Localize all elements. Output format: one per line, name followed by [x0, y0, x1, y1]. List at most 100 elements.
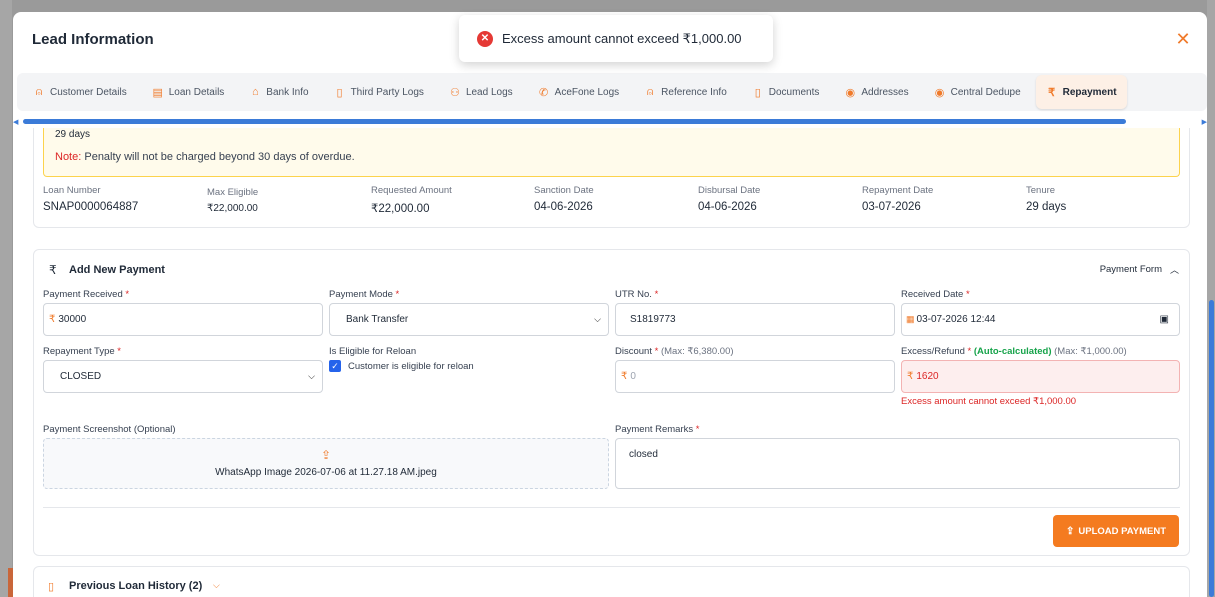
payment-form-toggle[interactable]: Payment Form ︿ — [1100, 263, 1179, 276]
tab-loan-details[interactable]: ▤ Loan Details — [142, 75, 235, 109]
page-scrollbar-thumb[interactable] — [1209, 300, 1214, 597]
label-text: Repayment Type — [43, 346, 115, 357]
tab-scrollbar[interactable]: ◀ ▶ — [13, 116, 1207, 126]
screenshot-dropzone[interactable]: ⇪ WhatsApp Image 2026-07-06 at 11.27.18 … — [43, 438, 609, 489]
upload-icon: ⇪ — [1065, 525, 1075, 537]
discount-max: (Max: ₹6,380.00) — [660, 346, 734, 357]
error-x-icon: ✕ — [477, 30, 493, 47]
penalty-notice: 29 days Note: Penalty will not be charge… — [43, 128, 1180, 177]
required-mark: * — [117, 346, 121, 357]
stat-max-eligible: Max Eligible ₹22,000.00 — [207, 187, 258, 214]
excess-refund-input[interactable]: ₹1620 — [901, 360, 1180, 393]
tab-label: AceFone Logs — [554, 86, 620, 98]
utr-label: UTR No. * — [615, 289, 658, 300]
stat-label: Tenure — [1026, 185, 1056, 196]
reloan-label: Is Eligible for Reloan — [329, 346, 417, 357]
payment-received-input[interactable]: ₹30000 — [43, 303, 323, 336]
required-mark: * — [695, 424, 700, 435]
tab-scrollbar-thumb[interactable] — [23, 119, 1126, 124]
previous-loan-history-card[interactable]: ▯ Previous Loan History (2) ⌵ — [33, 566, 1190, 597]
tab-repayment[interactable]: ₹ Repayment — [1035, 75, 1127, 109]
payment-remarks-textarea[interactable]: closed — [615, 438, 1180, 489]
chevron-down-icon[interactable]: ⌵ — [213, 580, 220, 591]
rupee-icon: ₹ — [49, 263, 57, 277]
overdue-days: 29 days — [55, 129, 91, 140]
stat-loan-number: Loan Number SNAP0000064887 — [43, 185, 138, 213]
calendar-icon[interactable]: ▣ — [1160, 314, 1169, 325]
tab-label: Central Dedupe — [950, 86, 1021, 98]
received-date-label: Received Date * — [901, 289, 970, 300]
rupee-icon: ₹ — [1048, 86, 1056, 99]
received-date-input[interactable]: ▦ 03-07-2026 12:44 ▣ — [901, 303, 1180, 336]
file-text-icon: ▯ — [336, 86, 343, 99]
stat-sanction-date: Sanction Date 04-06-2026 — [534, 185, 594, 213]
lead-information-modal: Lead Information ✕ ⍝ Customer Details ▤ Lo… — [13, 12, 1207, 597]
tab-third-party-logs[interactable]: ▯ Third Party Logs — [324, 75, 434, 109]
required-mark: * — [654, 346, 659, 357]
form-divider — [43, 507, 1180, 508]
tab-label: Third Party Logs — [350, 86, 424, 98]
label-text: Payment Mode — [329, 289, 393, 300]
stat-value: 29 days — [1026, 201, 1067, 213]
toast-message: Excess amount cannot exceed ₹1,000.00 — [502, 30, 742, 46]
stat-label: Requested Amount — [371, 185, 452, 196]
scroll-left-icon[interactable]: ◀ — [13, 118, 18, 126]
stat-value: ₹22,000.00 — [371, 203, 430, 215]
remarks-label: Payment Remarks * — [615, 424, 699, 435]
user-plus-icon: ⍝ — [646, 85, 654, 98]
excess-label: Excess/Refund * (Auto-calculated) (Max: … — [901, 346, 1127, 357]
auto-calculated-tag: (Auto-calculated) — [973, 346, 1052, 357]
reloan-checkbox[interactable]: ✓ — [329, 360, 341, 372]
payment-mode-select[interactable]: Bank Transfer ⌵ — [329, 303, 609, 336]
repayment-type-label: Repayment Type * — [43, 346, 121, 357]
add-payment-card: ₹ Add New Payment Payment Form ︿ Payment… — [33, 249, 1190, 556]
label-text: Excess/Refund — [901, 346, 965, 357]
reloan-checkbox-row[interactable]: ✓ Customer is eligible for reloan — [329, 360, 474, 372]
note-text: Penalty will not be charged beyond 30 da… — [84, 151, 355, 163]
reloan-checkbox-label: Customer is eligible for reloan — [348, 360, 474, 372]
tab-central-dedupe[interactable]: ◉ Central Dedupe — [924, 75, 1031, 109]
tab-addresses[interactable]: ◉ Addresses — [834, 75, 918, 109]
chevron-up-icon: ︿ — [1169, 265, 1179, 275]
calendar-small-icon: ▦ — [906, 314, 915, 324]
tab-lead-logs[interactable]: ⚇ Lead Logs — [439, 75, 523, 109]
screenshot-label: Payment Screenshot (Optional) — [43, 424, 176, 435]
input-placeholder: 0 — [630, 371, 636, 382]
upload-payment-button[interactable]: ⇪ UPLOAD PAYMENT — [1053, 515, 1179, 547]
close-icon[interactable]: ✕ — [1173, 29, 1193, 49]
tab-customer-details[interactable]: ⍝ Customer Details — [23, 75, 137, 109]
input-value: 03-07-2026 12:44 — [916, 314, 996, 325]
select-value: CLOSED — [60, 371, 102, 382]
tab-documents[interactable]: ▯ Documents — [742, 75, 830, 109]
tab-label: Addresses — [861, 86, 909, 98]
background-sidebar — [0, 0, 14, 597]
tab-bar: ⍝ Customer Details ▤ Loan Details ⌂ Bank In… — [17, 73, 1207, 111]
input-value: S1819773 — [630, 314, 676, 325]
required-mark: * — [654, 289, 659, 300]
chevron-down-icon: ⌵ — [594, 314, 601, 324]
excess-max: (Max: ₹1,000.00) — [1054, 346, 1127, 357]
tab-label: Customer Details — [50, 86, 127, 98]
rupee-icon: ₹ — [907, 371, 914, 382]
note-label: Note: — [55, 151, 82, 163]
tab-bank-info[interactable]: ⌂ Bank Info — [239, 75, 318, 109]
select-value: Bank Transfer — [346, 314, 409, 325]
repayment-type-select[interactable]: CLOSED ⌵ — [43, 360, 323, 393]
stat-value: SNAP0000064887 — [43, 201, 139, 213]
stat-label: Max Eligible — [207, 187, 259, 198]
uploaded-file-name: WhatsApp Image 2026-07-06 at 11.27.18 AM… — [215, 467, 437, 478]
utr-input[interactable]: S1819773 — [615, 303, 895, 336]
tab-label: Loan Details — [168, 86, 225, 98]
stat-label: Loan Number — [43, 185, 101, 196]
discount-input[interactable]: ₹0 — [615, 360, 895, 393]
payment-received-label: Payment Received * — [43, 289, 129, 300]
tab-acefone-logs[interactable]: ✆ AceFone Logs — [528, 75, 630, 109]
label-text: Received Date — [901, 289, 964, 300]
label-text: UTR No. — [615, 289, 652, 300]
stat-value: 03-07-2026 — [862, 201, 921, 213]
phone-icon: ✆ — [539, 86, 549, 99]
page-scrollbar-track — [1207, 0, 1215, 597]
users-icon: ⚇ — [450, 86, 460, 99]
scroll-right-icon[interactable]: ▶ — [1202, 118, 1207, 126]
tab-reference-info[interactable]: ⍝ Reference Info — [634, 75, 737, 109]
